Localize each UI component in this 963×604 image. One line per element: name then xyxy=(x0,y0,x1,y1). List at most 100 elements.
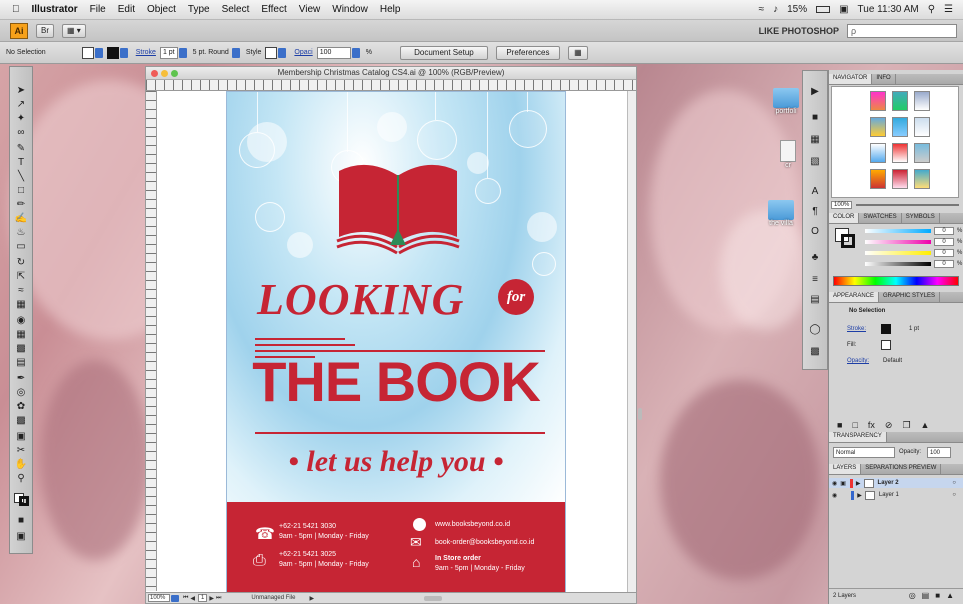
pathfinder-icon[interactable]: ◯ xyxy=(808,323,822,335)
screen-mode-icon[interactable]: ▣ xyxy=(13,529,29,543)
first-page-icon[interactable]: ⏮ xyxy=(183,595,188,602)
perspective-grid-tool-icon[interactable]: ▦ xyxy=(13,327,29,341)
fill-dropdown[interactable] xyxy=(94,47,103,58)
column-graph-tool-icon[interactable]: ▩ xyxy=(13,413,29,427)
tab-appearance[interactable]: APPEARANCE xyxy=(829,292,880,302)
prev-page-icon[interactable]: ◀ xyxy=(190,595,195,602)
desktop-folder-portfolio[interactable]: portfoli xyxy=(773,88,799,115)
black-slider[interactable] xyxy=(865,262,931,266)
color-mode-icon[interactable]: ■ xyxy=(13,513,29,527)
apple-icon[interactable]:  xyxy=(12,4,20,15)
fx-icon[interactable]: fx xyxy=(868,420,875,431)
menu-file[interactable]: File xyxy=(90,4,106,15)
menu-help[interactable]: Help xyxy=(380,4,401,15)
paintbrush-tool-icon[interactable]: ✏ xyxy=(13,197,29,211)
document-title-bar[interactable]: Membership Christmas Catalog CS4.ai @ 10… xyxy=(146,67,636,80)
shape-builder-tool-icon[interactable]: ◉ xyxy=(13,313,29,327)
blend-tool-icon[interactable]: ◎ xyxy=(13,385,29,399)
color-stroke-swatch[interactable] xyxy=(841,234,855,248)
tab-color[interactable]: COLOR xyxy=(829,213,860,223)
style-dropdown[interactable] xyxy=(278,47,287,58)
clear-appearance-icon[interactable]: ⊘ xyxy=(885,420,893,431)
clock[interactable]: Tue 11:30 AM xyxy=(858,4,919,15)
eyedropper-tool-icon[interactable]: ✒ xyxy=(13,371,29,385)
display-icon[interactable]: ▣ xyxy=(839,4,848,15)
transparency-opacity-field[interactable]: 100 xyxy=(927,447,951,458)
cyan-slider[interactable] xyxy=(865,229,931,233)
desktop-file-cr[interactable]: cr xyxy=(780,140,796,169)
stroke-icon[interactable]: ≡ xyxy=(808,273,822,285)
line-tool-icon[interactable]: ╲ xyxy=(13,169,29,183)
character-icon[interactable]: A xyxy=(808,185,822,197)
duplicate-item-icon[interactable]: ❐ xyxy=(902,420,910,431)
menu-object[interactable]: Object xyxy=(147,4,176,15)
lasso-tool-icon[interactable]: ∞ xyxy=(13,125,29,139)
status-arrow-icon[interactable]: ▶ xyxy=(309,595,314,602)
expand-arrow-icon[interactable]: ▶ xyxy=(856,480,861,487)
fill-stroke-swatches-icon[interactable] xyxy=(13,491,29,506)
direct-selection-tool-icon[interactable]: ↗ xyxy=(13,97,29,111)
delete-item-icon[interactable]: ▲ xyxy=(921,420,930,431)
navigator-zoom-bar[interactable]: 100% xyxy=(831,200,959,210)
free-transform-tool-icon[interactable]: ▦ xyxy=(13,297,29,311)
desktop-folder-the-villa[interactable]: the villa xyxy=(768,200,794,227)
cyan-value[interactable]: 0 xyxy=(934,227,954,235)
fill-swatch[interactable] xyxy=(81,46,94,59)
appearance-stroke-swatch[interactable] xyxy=(881,324,891,334)
tab-transparency[interactable]: TRANSPARENCY xyxy=(829,432,887,442)
rotate-tool-icon[interactable]: ↻ xyxy=(13,255,29,269)
last-page-icon[interactable]: ⏭ xyxy=(216,595,221,602)
page-field[interactable]: 1 xyxy=(198,594,208,602)
artboard[interactable]: LOOKING for THE BOOK • let us help you •… xyxy=(226,91,566,594)
magic-wand-tool-icon[interactable]: ✦ xyxy=(13,111,29,125)
slice-tool-icon[interactable]: ✂ xyxy=(13,443,29,457)
menu-select[interactable]: Select xyxy=(222,4,250,15)
menu-window[interactable]: Window xyxy=(332,4,368,15)
artboards-icon[interactable]: ▦ xyxy=(808,133,822,145)
lock-icon[interactable]: ▣ xyxy=(840,480,846,487)
zoom-window-icon[interactable] xyxy=(171,70,178,77)
appearance-fill-swatch[interactable] xyxy=(881,340,891,350)
menu-view[interactable]: View xyxy=(299,4,321,15)
battery-icon[interactable] xyxy=(816,6,831,13)
next-page-icon[interactable]: ▶ xyxy=(209,595,214,602)
color-spectrum[interactable] xyxy=(833,276,959,286)
layer-name[interactable]: Layer 2 xyxy=(878,480,899,486)
brush-definition[interactable]: 5 pt. Round xyxy=(191,47,231,59)
appearance-opacity-link[interactable]: Opacity: xyxy=(847,358,869,364)
menu-type[interactable]: Type xyxy=(188,4,210,15)
gradient-tool-icon[interactable]: ▤ xyxy=(13,355,29,369)
tab-graphic-styles[interactable]: GRAPHIC STYLES xyxy=(879,292,941,302)
yellow-value[interactable]: 0 xyxy=(934,249,954,257)
style-swatch[interactable] xyxy=(265,46,278,59)
rectangle-tool-icon[interactable]: □ xyxy=(13,183,29,197)
warp-tool-icon[interactable]: ≈ xyxy=(13,283,29,297)
window-resize-handle[interactable] xyxy=(638,408,642,420)
opacity-dropdown[interactable] xyxy=(351,47,360,58)
preferences-button[interactable]: Preferences xyxy=(495,45,560,60)
scale-tool-icon[interactable]: ⇱ xyxy=(13,269,29,283)
expand-arrow-icon[interactable]: ▶ xyxy=(857,492,862,499)
hand-tool-icon[interactable]: ✋ xyxy=(13,457,29,471)
pencil-tool-icon[interactable]: ✍ xyxy=(13,211,29,225)
wifi-icon[interactable]: ≈ xyxy=(759,4,765,15)
play-actions-icon[interactable]: ▶ xyxy=(808,85,822,97)
eraser-tool-icon[interactable]: ▭ xyxy=(13,239,29,253)
magenta-value[interactable]: 0 xyxy=(934,238,954,246)
opentype-icon[interactable]: O xyxy=(808,225,822,237)
black-value[interactable]: 0 xyxy=(934,260,954,268)
layer-name[interactable]: Layer 1 xyxy=(879,492,899,498)
vertical-ruler[interactable] xyxy=(146,91,157,591)
selection-tool-icon[interactable]: ➤ xyxy=(13,83,29,97)
navigator-zoom-field[interactable]: 100% xyxy=(831,201,853,209)
stroke-dropdown[interactable] xyxy=(119,47,128,58)
artboard-tool-icon[interactable]: ▣ xyxy=(13,429,29,443)
opacity-link[interactable]: Opaci xyxy=(294,49,312,56)
align-icon[interactable]: ▩ xyxy=(808,345,822,357)
horizontal-scrollbar[interactable] xyxy=(424,595,443,601)
tab-navigator[interactable]: NAVIGATOR xyxy=(829,74,873,84)
tab-separations-preview[interactable]: SEPARATIONS PREVIEW xyxy=(861,464,942,474)
yellow-slider[interactable] xyxy=(865,251,931,255)
navigator-zoom-slider[interactable] xyxy=(856,204,959,206)
layers-footer-icons[interactable]: ◎▤■▲ xyxy=(909,591,960,600)
